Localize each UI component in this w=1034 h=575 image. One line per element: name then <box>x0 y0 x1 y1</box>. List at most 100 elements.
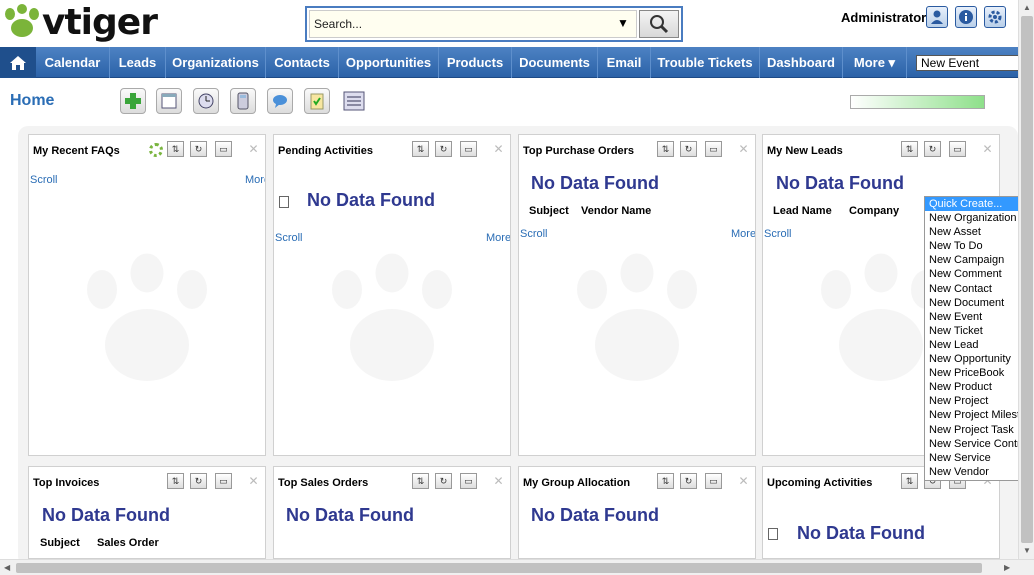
vertical-scroll-thumb[interactable] <box>1021 16 1033 543</box>
add-button[interactable] <box>120 88 146 114</box>
widget-close-button[interactable]: ✕ <box>979 141 996 157</box>
menu-item-new-organization[interactable]: New Organization <box>925 211 1033 225</box>
menu-item-new-vendor[interactable]: New Vendor <box>925 465 1033 479</box>
menu-item-new-project-task[interactable]: New Project Task <box>925 423 1033 437</box>
scroll-down-icon[interactable]: ▼ <box>1023 546 1031 555</box>
scroll-up-icon[interactable]: ▲ <box>1023 3 1031 12</box>
search-dropdown-icon[interactable]: ▼ <box>617 16 629 30</box>
window-button[interactable] <box>156 88 182 114</box>
top-bar: vtiger Search... ▼ Administrator <box>0 0 1018 46</box>
widget-minimize-button[interactable]: ▭ <box>460 141 477 157</box>
scroll-link[interactable]: Scroll <box>764 228 792 240</box>
list-button[interactable] <box>342 90 366 115</box>
widget-minimize-button[interactable]: ▭ <box>460 473 477 489</box>
widget-refresh-button[interactable]: ↻ <box>924 141 941 157</box>
widget-close-button[interactable]: ✕ <box>735 473 752 489</box>
search-button[interactable] <box>639 10 679 38</box>
nav-item-leads[interactable]: Leads <box>110 47 166 78</box>
search-input[interactable]: Search... <box>309 10 637 38</box>
widget-close-button[interactable]: ✕ <box>245 141 262 157</box>
widget-options-button[interactable]: ⇅ <box>412 473 429 489</box>
user-name[interactable]: Administrator <box>841 10 926 25</box>
widget-options-button[interactable]: ⇅ <box>167 141 184 157</box>
widget-minimize-button[interactable]: ▭ <box>705 141 722 157</box>
loading-progress-bar <box>850 95 985 109</box>
nav-item-products[interactable]: Products <box>439 47 512 78</box>
menu-item-new-lead[interactable]: New Lead <box>925 338 1033 352</box>
nav-item-contacts[interactable]: Contacts <box>266 47 339 78</box>
document-icon <box>768 528 778 540</box>
menu-item-new-pricebook[interactable]: New PriceBook <box>925 366 1033 380</box>
clock-icon <box>198 93 214 109</box>
widget-refresh-button[interactable]: ↻ <box>435 141 452 157</box>
widget-title: Top Purchase Orders <box>523 145 635 157</box>
widget-refresh-button[interactable]: ↻ <box>435 473 452 489</box>
widget-minimize-button[interactable]: ▭ <box>705 473 722 489</box>
widget-close-button[interactable]: ✕ <box>735 141 752 157</box>
quick-create-select[interactable]: New Event <box>916 55 1020 71</box>
menu-item-new-ticket[interactable]: New Ticket <box>925 324 1033 338</box>
menu-item-new-project-milestone[interactable]: New Project Milestone <box>925 408 1033 422</box>
menu-item-new-opportunity[interactable]: New Opportunity <box>925 352 1033 366</box>
widget-minimize-button[interactable]: ▭ <box>949 141 966 157</box>
menu-item-new-to-do[interactable]: New To Do <box>925 239 1033 253</box>
widget-options-button[interactable]: ⇅ <box>901 141 918 157</box>
chat-button[interactable] <box>267 88 293 114</box>
menu-item-new-project[interactable]: New Project <box>925 394 1033 408</box>
help-button[interactable] <box>955 6 977 28</box>
widget-options-button[interactable]: ⇅ <box>412 141 429 157</box>
clipboard-button[interactable] <box>304 88 330 114</box>
widget-close-button[interactable]: ✕ <box>490 473 507 489</box>
more-link[interactable]: More <box>245 174 265 186</box>
nav-item-opportunities[interactable]: Opportunities <box>339 47 439 78</box>
widget-refresh-button[interactable]: ↻ <box>190 141 207 157</box>
nav-item-dashboard[interactable]: Dashboard <box>760 47 843 78</box>
widget-refresh-button[interactable]: ↻ <box>680 473 697 489</box>
more-link[interactable]: More <box>731 228 755 240</box>
widget-top-purchase-orders: Top Purchase Orders ⇅ ↻ ▭ ✕ No Data Foun… <box>518 134 756 456</box>
nav-item-trouble-tickets[interactable]: Trouble Tickets <box>651 47 760 78</box>
menu-item-new-comment[interactable]: New Comment <box>925 267 1033 281</box>
widget-options-button[interactable]: ⇅ <box>901 473 918 489</box>
menu-item-new-document[interactable]: New Document <box>925 296 1033 310</box>
settings-button[interactable] <box>984 6 1006 28</box>
list-icon <box>343 91 365 111</box>
horizontal-scrollbar[interactable]: ◀ ▶ <box>0 559 1034 575</box>
more-link[interactable]: More <box>486 232 510 244</box>
widget-close-button[interactable]: ✕ <box>245 473 262 489</box>
widget-close-button[interactable]: ✕ <box>490 141 507 157</box>
nav-item-calendar[interactable]: Calendar <box>36 47 110 78</box>
scroll-left-icon[interactable]: ◀ <box>4 563 10 572</box>
menu-item-new-event[interactable]: New Event <box>925 310 1033 324</box>
horizontal-scroll-thumb[interactable] <box>16 563 982 573</box>
menu-item-new-service[interactable]: New Service <box>925 451 1033 465</box>
calculator-button[interactable] <box>230 88 256 114</box>
menu-item-quick-create[interactable]: Quick Create... <box>925 197 1033 212</box>
user-preferences-button[interactable] <box>926 6 948 28</box>
widget-refresh-button[interactable]: ↻ <box>190 473 207 489</box>
vtiger-logo[interactable]: vtiger <box>2 2 167 46</box>
clock-button[interactable] <box>193 88 219 114</box>
scroll-right-icon[interactable]: ▶ <box>1004 563 1010 572</box>
scroll-link[interactable]: Scroll <box>520 228 548 240</box>
widget-minimize-button[interactable]: ▭ <box>215 141 232 157</box>
vertical-scrollbar[interactable]: ▲ ▼ <box>1018 0 1034 559</box>
widget-options-button[interactable]: ⇅ <box>167 473 184 489</box>
menu-item-new-product[interactable]: New Product <box>925 380 1033 394</box>
widget-minimize-button[interactable]: ▭ <box>215 473 232 489</box>
menu-item-new-contact[interactable]: New Contact <box>925 282 1033 296</box>
nav-item-more[interactable]: More ▾ <box>843 47 907 78</box>
nav-item-organizations[interactable]: Organizations <box>166 47 266 78</box>
widget-options-button[interactable]: ⇅ <box>657 473 674 489</box>
menu-item-new-campaign[interactable]: New Campaign <box>925 253 1033 267</box>
menu-item-new-asset[interactable]: New Asset <box>925 225 1033 239</box>
nav-item-email[interactable]: Email <box>598 47 651 78</box>
scroll-link[interactable]: Scroll <box>30 174 58 186</box>
widget-options-button[interactable]: ⇅ <box>657 141 674 157</box>
menu-item-new-service-contract[interactable]: New Service Contract <box>925 437 1033 451</box>
nav-item-documents[interactable]: Documents <box>512 47 598 78</box>
widget-refresh-button[interactable]: ↻ <box>680 141 697 157</box>
scroll-link[interactable]: Scroll <box>275 232 303 244</box>
search-icon <box>650 15 669 34</box>
home-tab[interactable] <box>0 47 36 78</box>
